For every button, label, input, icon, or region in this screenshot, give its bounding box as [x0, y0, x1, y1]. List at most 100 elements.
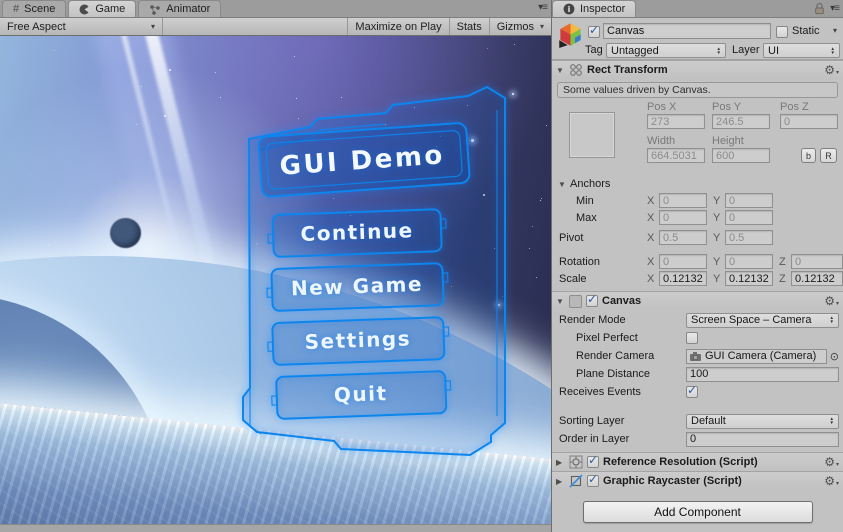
reference-resolution-checkbox[interactable]: ✓ — [587, 453, 599, 468]
unity-editor-window: # Scene Game Animator ▾≡ Free Aspect ▾ M… — [0, 0, 843, 532]
rotation-z-field[interactable]: 0 — [791, 254, 843, 269]
tag-dropdown[interactable]: Untagged ▲ ▼ — [606, 43, 726, 58]
canvas-component-icon — [569, 294, 582, 308]
pixel-perfect-label: Pixel Perfect — [576, 332, 638, 344]
gear-icon[interactable]: ⚙ ▾ — [824, 455, 839, 469]
graphic-raycaster-checkbox[interactable]: ✓ — [587, 472, 599, 487]
gameobject-active-checkbox[interactable]: ✓ — [588, 23, 600, 38]
anchors-min-row: Min X 0 Y 0 — [559, 193, 839, 208]
y-axis-label: Y — [713, 194, 721, 207]
z-axis-label: Z — [779, 272, 786, 285]
blueprint-mode-button[interactable]: b — [801, 148, 816, 163]
gizmos-arrow-icon: ▾ — [539, 22, 544, 31]
order-in-layer-label: Order in Layer — [559, 433, 630, 445]
tab-scene[interactable]: # Scene — [2, 0, 67, 17]
sorting-layer-label: Sorting Layer — [559, 415, 625, 427]
pos-x-field[interactable]: 273 — [647, 114, 705, 129]
aspect-dropdown[interactable]: Free Aspect ▾ — [0, 18, 163, 35]
reference-resolution-header[interactable]: ▶ ✓ Reference Resolution (Script) ⚙ ▾ — [552, 452, 843, 471]
pos-x-label: Pos X — [647, 101, 677, 113]
x-axis-label: X — [647, 231, 655, 244]
lock-icon[interactable] — [814, 2, 825, 15]
animator-icon — [149, 4, 161, 15]
checkmark-icon: ✓ — [588, 472, 599, 486]
x-axis-label: X — [647, 255, 655, 268]
game-viewport[interactable]: GUI Demo Continue New Game Settings Quit — [0, 36, 551, 524]
game-pane-menu-icon[interactable]: ▾≡ — [538, 2, 548, 13]
popup-icon: ▲ ▼ — [829, 315, 834, 324]
foldout-closed-icon[interactable]: ▶ — [556, 477, 565, 486]
canvas-enabled-checkbox[interactable]: ✓ — [586, 292, 598, 307]
gear-icon[interactable]: ⚙ ▾ — [824, 474, 839, 488]
tab-inspector[interactable]: i Inspector — [552, 0, 637, 17]
tab-animator[interactable]: Animator — [138, 0, 222, 17]
pos-z-field[interactable]: 0 — [780, 114, 838, 129]
scale-row: Scale X 0.12132 Y 0.12132 Z 0.12132 — [559, 271, 843, 286]
max-label: Max — [576, 211, 597, 224]
pos-y-label: Pos Y — [712, 101, 742, 113]
foldout-closed-icon[interactable]: ▶ — [556, 458, 565, 467]
gameobject-name-field[interactable] — [603, 23, 771, 39]
height-field[interactable]: 600 — [712, 148, 770, 163]
anchors-max-y-field[interactable]: 0 — [725, 210, 773, 225]
scale-z-field[interactable]: 0.12132 — [791, 271, 843, 286]
sorting-layer-dropdown[interactable]: Default ▲ ▼ — [686, 413, 839, 429]
gameobject-cube-icon[interactable] — [557, 21, 584, 48]
scale-y-field[interactable]: 0.12132 — [725, 271, 773, 286]
render-mode-row: Render Mode Screen Space – Camera ▲ ▼ — [552, 312, 843, 328]
static-dropdown-arrow-icon[interactable]: ▾ — [833, 26, 837, 35]
render-mode-label: Render Mode — [559, 314, 626, 326]
order-in-layer-field[interactable]: 0 — [686, 431, 839, 447]
canvas-component-header[interactable]: ▼ ✓ Canvas ⚙ ▾ — [552, 291, 843, 310]
checkmark-icon: ✓ — [587, 292, 598, 306]
driven-values-infobox: Some values driven by Canvas. — [557, 82, 838, 98]
inspector-pane-menu-icon[interactable]: ▾≡ — [830, 3, 840, 14]
pivot-label: Pivot — [559, 231, 584, 244]
sorting-layer-value: Default — [691, 415, 726, 427]
pos-y-field[interactable]: 246.5 — [712, 114, 770, 129]
foldout-open-icon[interactable]: ▼ — [556, 66, 565, 75]
static-checkbox[interactable] — [776, 26, 788, 38]
scale-x-field[interactable]: 0.12132 — [659, 271, 707, 286]
rotation-x-field[interactable]: 0 — [659, 254, 707, 269]
pivot-y-field[interactable]: 0.5 — [725, 230, 773, 245]
window-bottom-edge — [0, 524, 551, 532]
rotation-y-field[interactable]: 0 — [725, 254, 773, 269]
anchors-foldout[interactable]: ▼ Anchors — [558, 177, 843, 191]
foldout-open-icon[interactable]: ▼ — [556, 297, 565, 306]
x-axis-label: X — [647, 272, 655, 285]
anchor-preview-box[interactable] — [569, 112, 615, 158]
receives-events-checkbox[interactable]: ✓ — [686, 383, 698, 398]
maximize-on-play-button[interactable]: Maximize on Play — [347, 18, 448, 35]
anchors-max-x-field[interactable]: 0 — [659, 210, 707, 225]
gizmos-dropdown[interactable]: Gizmos ▾ — [488, 18, 551, 35]
stats-button[interactable]: Stats — [448, 18, 489, 35]
tab-animator-label: Animator — [166, 3, 211, 15]
render-mode-dropdown[interactable]: Screen Space – Camera ▲ ▼ — [686, 312, 839, 328]
gear-icon[interactable]: ⚙ ▾ — [824, 294, 839, 308]
plane-distance-field[interactable]: 100 — [686, 366, 839, 382]
aspect-arrow-icon: ▾ — [150, 22, 155, 31]
graphic-raycaster-header[interactable]: ▶ ✓ Graphic Raycaster (Script) ⚙ ▾ — [552, 471, 843, 490]
object-picker-icon[interactable]: ⊙ — [830, 350, 839, 363]
pivot-x-field[interactable]: 0.5 — [659, 230, 707, 245]
rect-transform-header[interactable]: ▼ Rect Transform ⚙ ▾ — [552, 60, 843, 79]
add-component-button[interactable]: Add Component — [582, 501, 813, 523]
menu-button-new-game-label: New Game — [291, 272, 424, 301]
maximize-label: Maximize on Play — [355, 20, 442, 33]
anchors-min-x-field[interactable]: 0 — [659, 193, 707, 208]
width-field[interactable]: 664.5031 — [647, 148, 705, 163]
menu-button-quit-label: Quit — [333, 381, 387, 407]
gear-icon[interactable]: ⚙ ▾ — [824, 63, 839, 77]
tab-game[interactable]: Game — [68, 0, 137, 17]
pixel-perfect-checkbox[interactable] — [686, 332, 698, 344]
tab-scene-label: Scene — [24, 3, 56, 15]
width-label: Width — [647, 135, 676, 147]
render-camera-object-field[interactable]: GUI Camera (Camera) — [686, 348, 827, 364]
raw-edit-mode-button[interactable]: R — [820, 148, 837, 163]
layer-dropdown[interactable]: UI ▲ ▼ — [763, 43, 840, 58]
scale-label: Scale — [559, 272, 587, 285]
inspector-panel: i Inspector ▾≡ ✓ Canvas Static ▾ Tag Unt… — [551, 0, 843, 532]
receives-events-row: Receives Events ✓ — [552, 383, 843, 400]
anchors-min-y-field[interactable]: 0 — [725, 193, 773, 208]
